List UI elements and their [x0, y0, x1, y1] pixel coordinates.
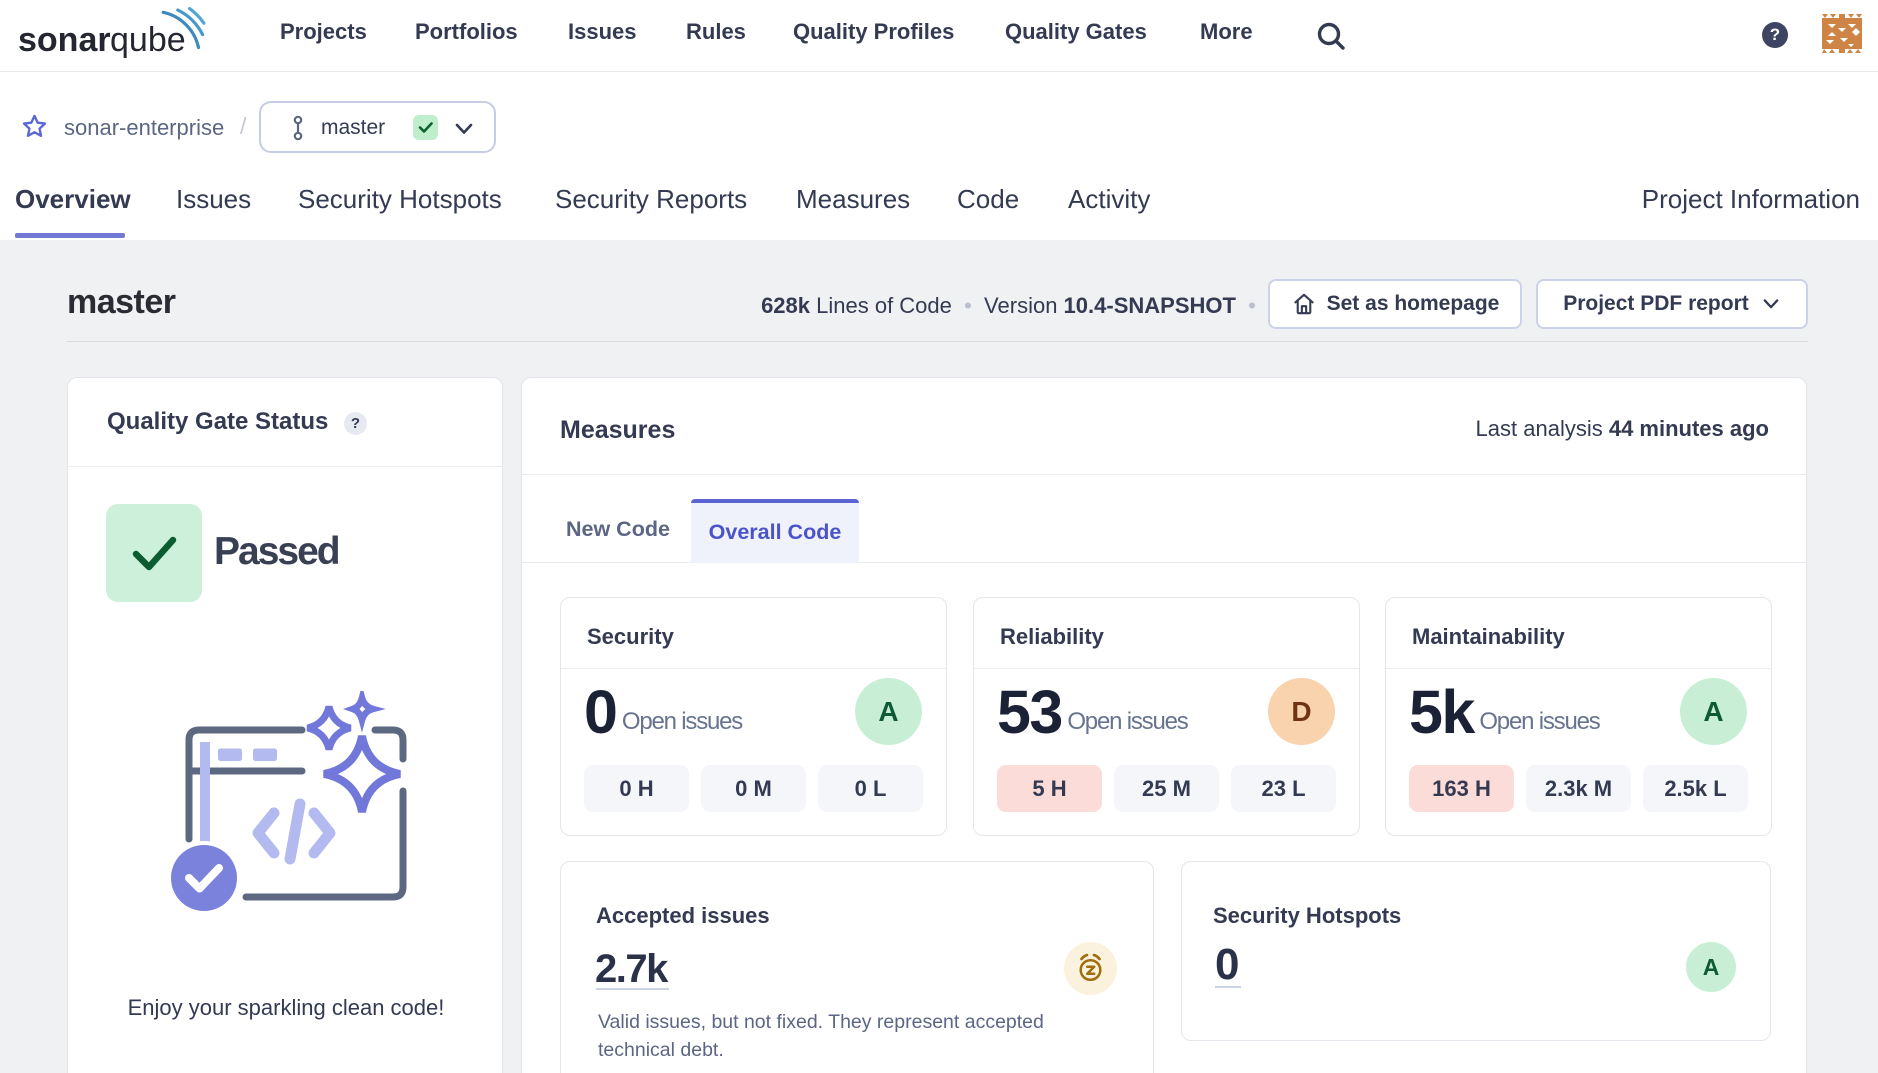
svg-text:sonar: sonar [18, 21, 111, 59]
svg-text:qube: qube [110, 21, 186, 59]
